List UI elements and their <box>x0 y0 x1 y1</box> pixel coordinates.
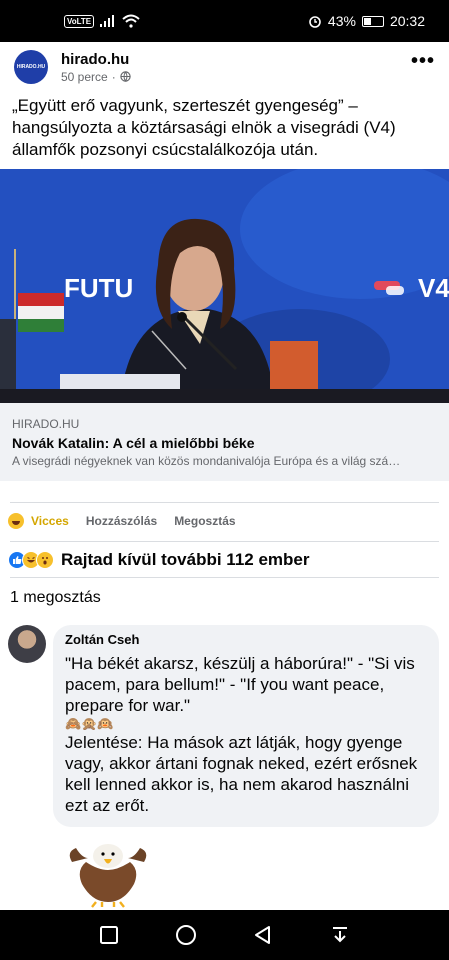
backdrop-text-fut: FUTU <box>64 273 133 303</box>
status-left: VoLTE <box>64 14 140 28</box>
battery-percent: 43% <box>327 13 356 29</box>
alarm-icon <box>309 16 321 28</box>
reaction-button[interactable]: Vicces <box>8 513 69 529</box>
reactions-summary[interactable]: Rajtad kívül további 112 ember <box>8 548 309 572</box>
more-options-icon[interactable]: ••• <box>411 50 435 73</box>
monkey-emojis: 🙈🙊🙉 <box>65 716 114 731</box>
divider <box>10 541 439 542</box>
comment-bubble: Zoltán Cseh "Ha békét akarsz, készülj a … <box>53 625 439 827</box>
post-actions: Vicces Hozzászólás Megosztás <box>8 508 253 534</box>
comment-quote: "Ha békét akarsz, készülj a háborúra!" -… <box>65 654 415 715</box>
wow-icon <box>36 551 54 569</box>
battery-icon <box>361 15 384 27</box>
article-image[interactable]: FUTU V4 <box>0 169 449 403</box>
system-nav-bar <box>0 910 449 960</box>
post-header-text: hirado.hu 50 perce · <box>61 51 131 84</box>
divider <box>10 577 439 578</box>
comment-author[interactable]: Zoltán Cseh <box>65 632 427 647</box>
back-icon[interactable] <box>250 922 276 948</box>
notification-pull-icon[interactable] <box>327 922 353 948</box>
divider <box>10 502 439 503</box>
haha-icon <box>8 513 24 529</box>
status-right: 43% 20:32 <box>308 13 425 29</box>
share-button[interactable]: Megosztás <box>174 514 235 528</box>
status-bar: VoLTE 43% 20:32 <box>0 0 449 42</box>
post-text: „Együtt erő vagyunk, szerteszét gyengesé… <box>12 96 396 159</box>
globe-icon <box>120 71 131 82</box>
comment-label: Hozzászólás <box>85 514 158 528</box>
home-icon[interactable] <box>173 922 199 948</box>
page-avatar[interactable]: HIRADO.HU <box>14 50 48 84</box>
recent-apps-icon[interactable] <box>96 922 122 948</box>
article-photo: FUTU V4 <box>0 169 449 403</box>
post-header: HIRADO.HU hirado.hu 50 perce · ••• <box>0 42 449 92</box>
eagle-sticker <box>69 844 147 908</box>
link-domain: HIRADO.HU <box>12 417 80 431</box>
comment-button[interactable]: Hozzászólás <box>86 514 157 528</box>
link-title: Novák Katalin: A cél a mielőbbi béke <box>12 435 255 451</box>
commenter-avatar[interactable] <box>8 625 46 663</box>
comment-meaning: Jelentése: Ha mások azt látják, hogy gye… <box>65 733 418 815</box>
backdrop-text-v4: V4 <box>418 273 449 303</box>
post-meta: 50 perce · <box>61 70 131 84</box>
reaction-label: Vicces <box>31 514 69 528</box>
reactions-text: Rajtad kívül további 112 ember <box>61 550 310 569</box>
comment-body: "Ha békét akarsz, készülj a háborúra!" -… <box>65 653 427 816</box>
signal-icon <box>100 15 115 27</box>
link-preview[interactable]: HIRADO.HU Novák Katalin: A cél a mielőbb… <box>0 403 449 481</box>
post-time[interactable]: 50 perce <box>61 70 108 84</box>
shares-count[interactable]: 1 megosztás <box>10 589 101 607</box>
volte-badge: VoLTE <box>64 14 95 28</box>
page-name[interactable]: hirado.hu <box>61 51 131 68</box>
meta-separator: · <box>111 69 116 84</box>
share-label: Megosztás <box>174 514 236 528</box>
wifi-icon <box>122 14 140 28</box>
link-description: A visegrádi négyeknek van közös mondaniv… <box>12 454 401 468</box>
clock: 20:32 <box>389 13 425 29</box>
